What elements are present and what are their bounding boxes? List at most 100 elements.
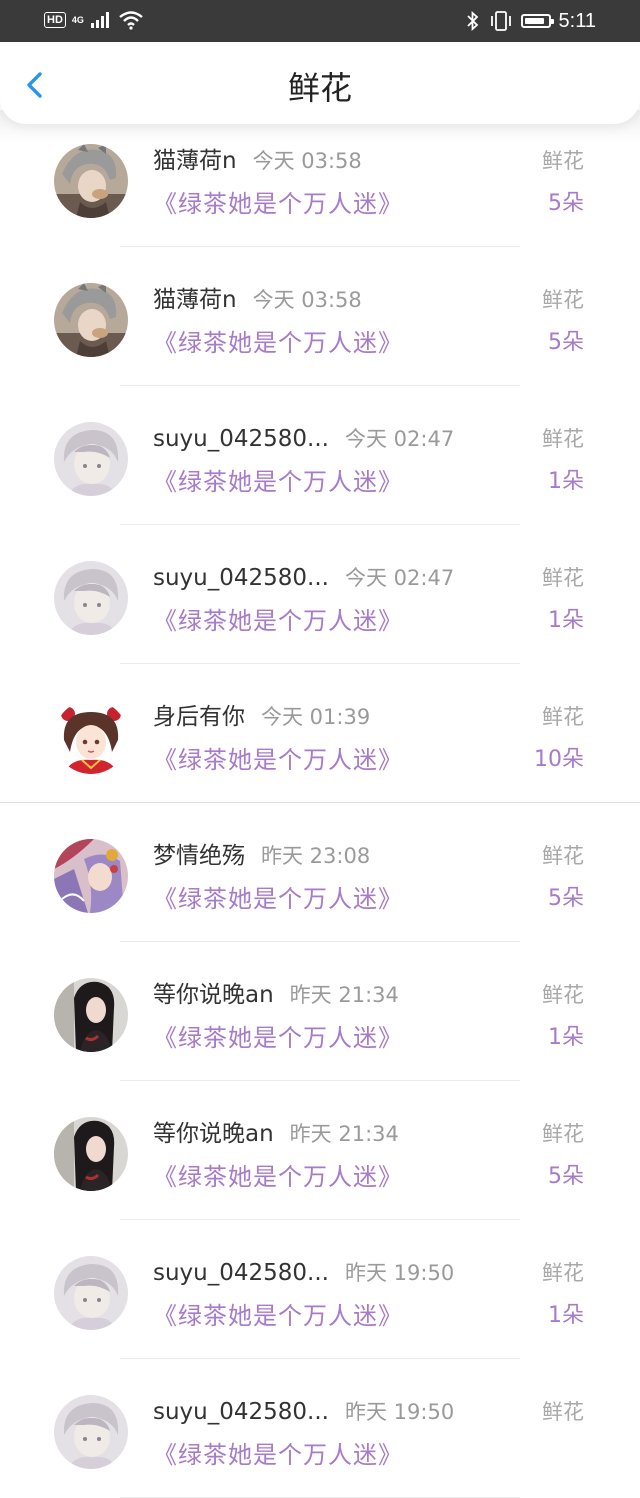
list-item-9[interactable]: suyu_042580... 昨天 19:50 《绿茶她是个万人迷》 鲜花 1朵 <box>0 1220 640 1359</box>
gift-type: 鲜花 <box>542 427 584 451</box>
avatar[interactable] <box>54 700 128 774</box>
user-name: suyu_042580... 昨天 19:50 <box>153 1258 454 1288</box>
avatar[interactable] <box>54 144 128 218</box>
user-name-text: 等你说晚an <box>153 1121 274 1147</box>
book-title[interactable]: 《绿茶她是个万人迷》 <box>153 188 403 220</box>
book-title[interactable]: 《绿茶她是个万人迷》 <box>153 1022 403 1054</box>
gift-time: 昨天 23:08 <box>261 844 371 868</box>
avatar-anime-red-girl <box>54 700 128 774</box>
gift-type: 鲜花 <box>542 705 584 729</box>
user-name-text: 猫薄荷n <box>153 287 237 313</box>
gift-time: 昨天 19:50 <box>344 1261 455 1285</box>
avatar[interactable] <box>54 1395 128 1469</box>
gift-time: 今天 03:58 <box>252 149 362 173</box>
avatar[interactable] <box>54 839 128 913</box>
page-title: 鲜花 <box>287 69 352 107</box>
user-name-text: 身后有你 <box>153 704 245 730</box>
user-name-text: suyu_042580... <box>153 426 329 452</box>
user-name-text: 猫薄荷n <box>153 148 237 174</box>
battery-icon <box>520 14 554 28</box>
list-item-4[interactable]: suyu_042580... 今天 02:47 《绿茶她是个万人迷》 鲜花 1朵 <box>0 525 640 664</box>
user-name: suyu_042580... 今天 02:47 <box>153 424 454 454</box>
gift-type: 鲜花 <box>542 1261 584 1285</box>
avatar-photo-dark-hair <box>54 978 128 1052</box>
gift-count: 5朵 <box>548 1164 584 1189</box>
user-name-text: suyu_042580... <box>153 565 329 591</box>
gift-count: 1朵 <box>548 608 584 633</box>
bluetooth-icon <box>466 10 478 32</box>
list-item-5[interactable]: 身后有你 今天 01:39 《绿茶她是个万人迷》 鲜花 10朵 <box>0 664 640 803</box>
battery-level-fill <box>524 18 545 24</box>
book-title[interactable]: 《绿茶她是个万人迷》 <box>153 1300 403 1332</box>
flower-gift-list: 猫薄荷n 今天 03:58 《绿茶她是个万人迷》 鲜花 5朵 猫薄荷n 今天 03:… <box>0 108 640 1498</box>
user-name: 猫薄荷n 今天 03:58 <box>153 285 362 315</box>
book-title[interactable]: 《绿茶她是个万人迷》 <box>153 1161 403 1193</box>
gift-time: 昨天 19:50 <box>344 1400 455 1424</box>
gift-type: 鲜花 <box>542 1400 584 1424</box>
gift-time: 今天 02:47 <box>344 427 455 451</box>
user-name: 身后有你 今天 01:39 <box>153 702 370 732</box>
status-bar: HD 4G 5:11 <box>0 0 640 42</box>
book-title[interactable]: 《绿茶她是个万人迷》 <box>153 605 403 637</box>
user-name: 猫薄荷n 今天 03:58 <box>153 146 362 176</box>
gift-time: 今天 01:39 <box>261 705 371 729</box>
user-name-text: 梦情绝殇 <box>153 843 245 869</box>
network-type: 4G <box>71 14 84 25</box>
avatar[interactable] <box>54 283 128 357</box>
gift-type: 鲜花 <box>542 149 584 173</box>
gift-count: 5朵 <box>548 330 584 355</box>
list-item-2[interactable]: 猫薄荷n 今天 03:58 《绿茶她是个万人迷》 鲜花 5朵 <box>0 247 640 386</box>
user-name: 梦情绝殇 昨天 23:08 <box>153 841 370 871</box>
avatar-anime-purple <box>54 839 128 913</box>
book-title[interactable]: 《绿茶她是个万人迷》 <box>153 1439 403 1471</box>
list-item-8[interactable]: 等你说晚an 昨天 21:34 《绿茶她是个万人迷》 鲜花 5朵 <box>0 1081 640 1220</box>
clock: 5:11 <box>558 10 596 32</box>
gift-count: 1朵 <box>548 1025 584 1050</box>
avatar-anime-pale <box>54 1395 128 1469</box>
avatar[interactable] <box>54 1256 128 1330</box>
avatar[interactable] <box>54 561 128 635</box>
hd-badge: HD <box>44 12 66 28</box>
avatar[interactable] <box>54 422 128 496</box>
user-name-text: suyu_042580... <box>153 1260 329 1286</box>
avatar-photo-dark-hair <box>54 1117 128 1191</box>
gift-type: 鲜花 <box>542 983 584 1007</box>
avatar-photo-grey-hat <box>54 144 128 218</box>
user-name: suyu_042580... 昨天 19:50 <box>153 1397 454 1427</box>
book-title[interactable]: 《绿茶她是个万人迷》 <box>153 744 403 776</box>
list-item-6[interactable]: 梦情绝殇 昨天 23:08 《绿茶她是个万人迷》 鲜花 5朵 <box>0 803 640 942</box>
app-header: 鲜花 <box>0 42 640 124</box>
list-item-10[interactable]: suyu_042580... 昨天 19:50 《绿茶她是个万人迷》 鲜花 <box>0 1359 640 1498</box>
user-name: suyu_042580... 今天 02:47 <box>153 563 454 593</box>
user-name-text: suyu_042580... <box>153 1399 329 1425</box>
wifi-icon <box>119 11 143 30</box>
gift-time: 今天 03:58 <box>252 288 362 312</box>
gift-time: 今天 02:47 <box>344 566 455 590</box>
status-left: HD 4G <box>44 10 144 30</box>
book-title[interactable]: 《绿茶她是个万人迷》 <box>153 466 403 498</box>
gift-count: 1朵 <box>548 469 584 494</box>
signal-icon <box>90 12 109 28</box>
gift-count: 1朵 <box>548 1303 584 1328</box>
vibrate-icon <box>490 11 511 31</box>
book-title[interactable]: 《绿茶她是个万人迷》 <box>153 327 403 359</box>
gift-type: 鲜花 <box>542 1122 584 1146</box>
avatar-anime-pale <box>54 561 128 635</box>
avatar-photo-grey-hat <box>54 283 128 357</box>
user-name: 等你说晚an 昨天 21:34 <box>153 1119 399 1149</box>
avatar[interactable] <box>54 978 128 1052</box>
gift-type: 鲜花 <box>542 288 584 312</box>
avatar-anime-pale <box>54 422 128 496</box>
gift-type: 鲜花 <box>542 844 584 868</box>
avatar[interactable] <box>54 1117 128 1191</box>
gift-count: 5朵 <box>548 191 584 216</box>
gift-count: 10朵 <box>534 747 584 772</box>
book-title[interactable]: 《绿茶她是个万人迷》 <box>153 883 403 915</box>
status-right: 5:11 <box>465 8 596 34</box>
list-item-7[interactable]: 等你说晚an 昨天 21:34 《绿茶她是个万人迷》 鲜花 1朵 <box>0 942 640 1081</box>
user-name-text: 等你说晚an <box>153 982 274 1008</box>
avatar-anime-pale <box>54 1256 128 1330</box>
list-item-3[interactable]: suyu_042580... 今天 02:47 《绿茶她是个万人迷》 鲜花 1朵 <box>0 386 640 525</box>
user-name: 等你说晚an 昨天 21:34 <box>153 980 399 1010</box>
gift-time: 昨天 21:34 <box>289 983 399 1007</box>
